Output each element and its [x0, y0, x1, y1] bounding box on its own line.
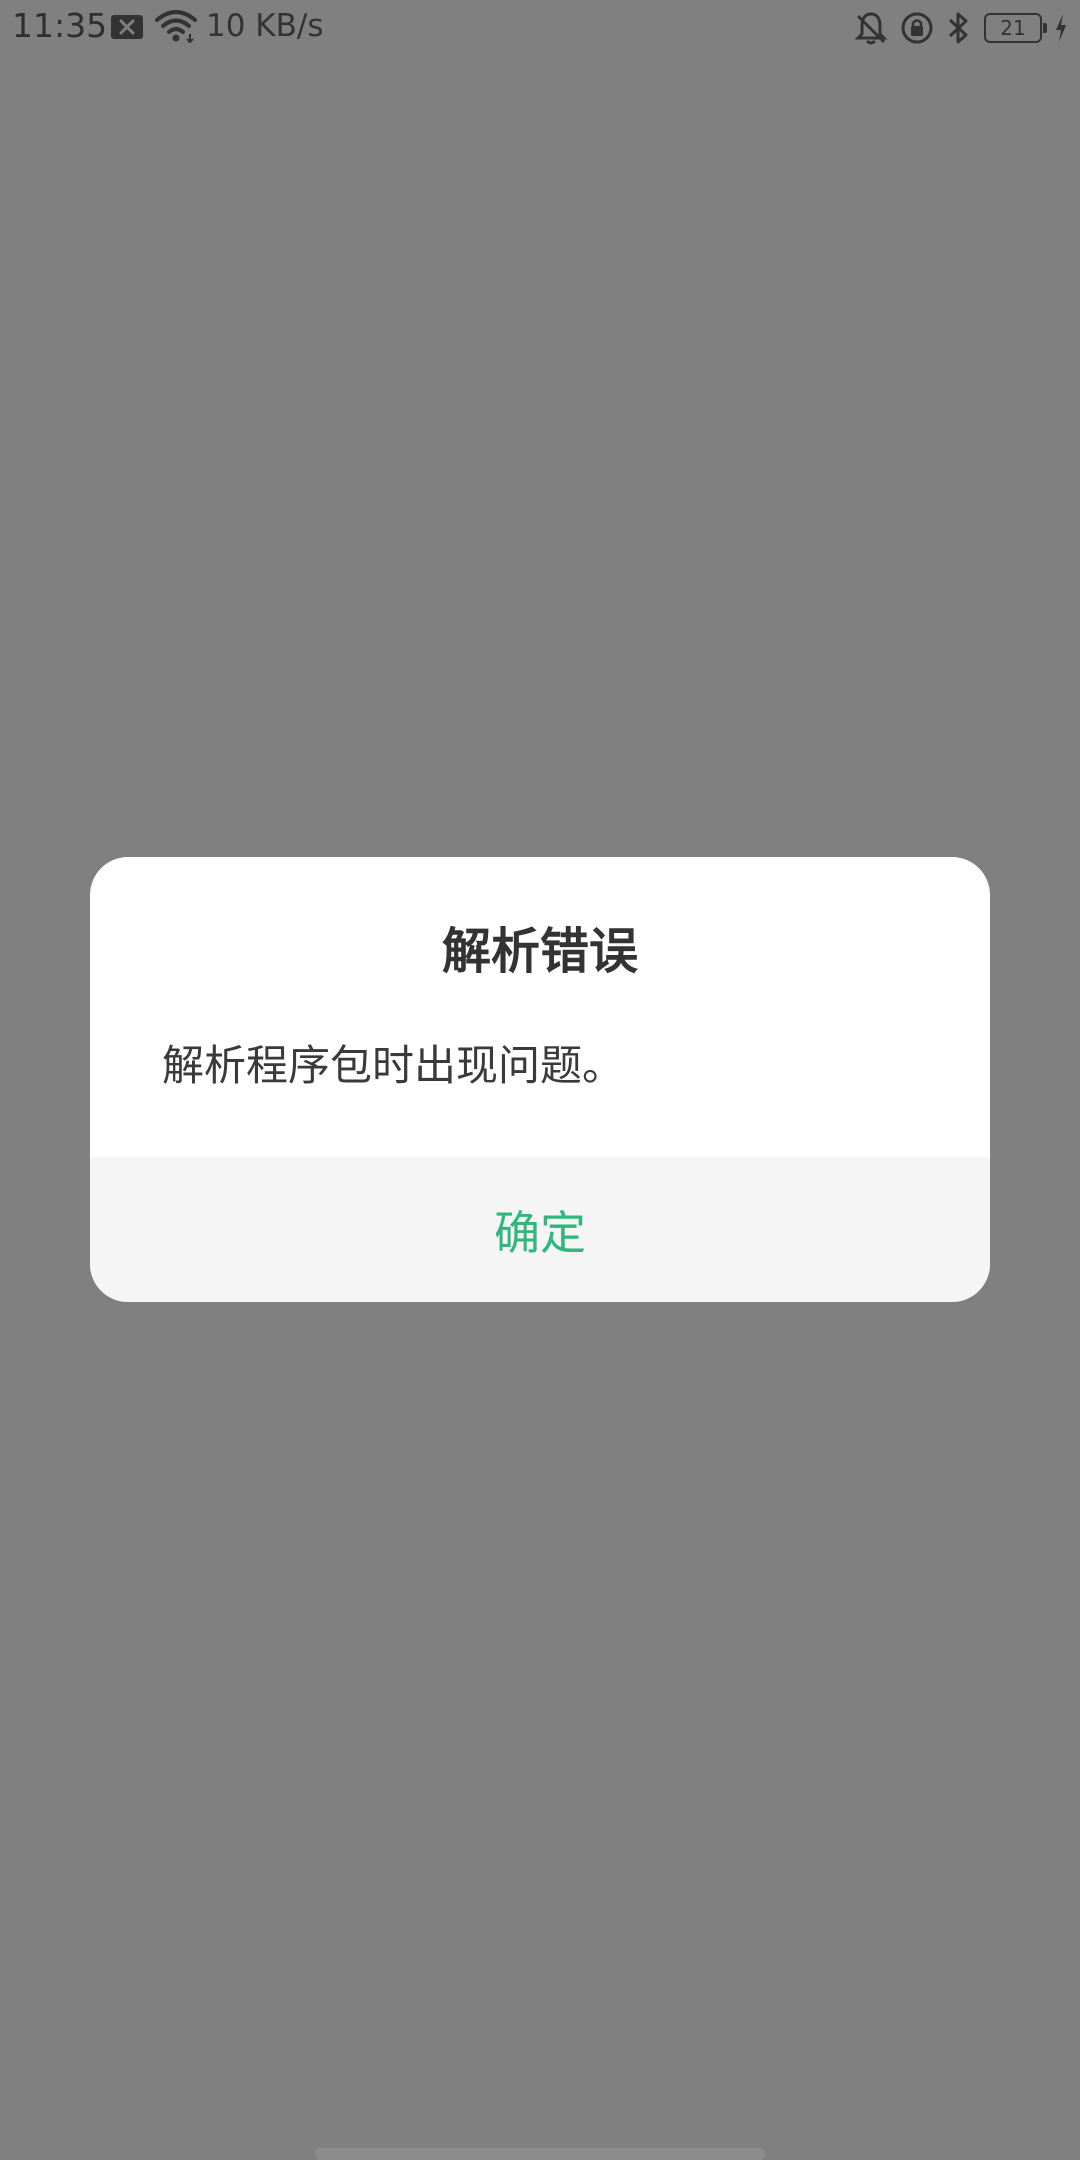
dialog-footer: 确定 [90, 1157, 990, 1302]
battery-level: 21 [1000, 16, 1026, 40]
mute-bell-icon [854, 12, 888, 45]
dialog-title: 解析错误 [441, 923, 638, 980]
charging-icon [1056, 14, 1066, 42]
parse-error-dialog: 解析错误 解析程序包时出现问题。 确定 [90, 857, 990, 1302]
confirm-button[interactable]: 确定 [90, 1157, 990, 1302]
bluetooth-icon [948, 12, 968, 44]
network-speed: 10 KB/s [206, 8, 324, 44]
rotation-lock-icon [901, 12, 933, 44]
close-box-icon [111, 15, 143, 39]
status-icons: 21 [854, 8, 1068, 48]
home-indicator[interactable] [315, 2148, 765, 2160]
wifi-icon [155, 10, 197, 44]
status-bar: 11:35 10 KB/s 21 [0, 0, 1080, 56]
battery-icon: 21 [984, 13, 1047, 43]
status-time: 11:35 [12, 6, 108, 45]
dialog-message: 解析程序包时出现问题。 [162, 1041, 625, 1090]
